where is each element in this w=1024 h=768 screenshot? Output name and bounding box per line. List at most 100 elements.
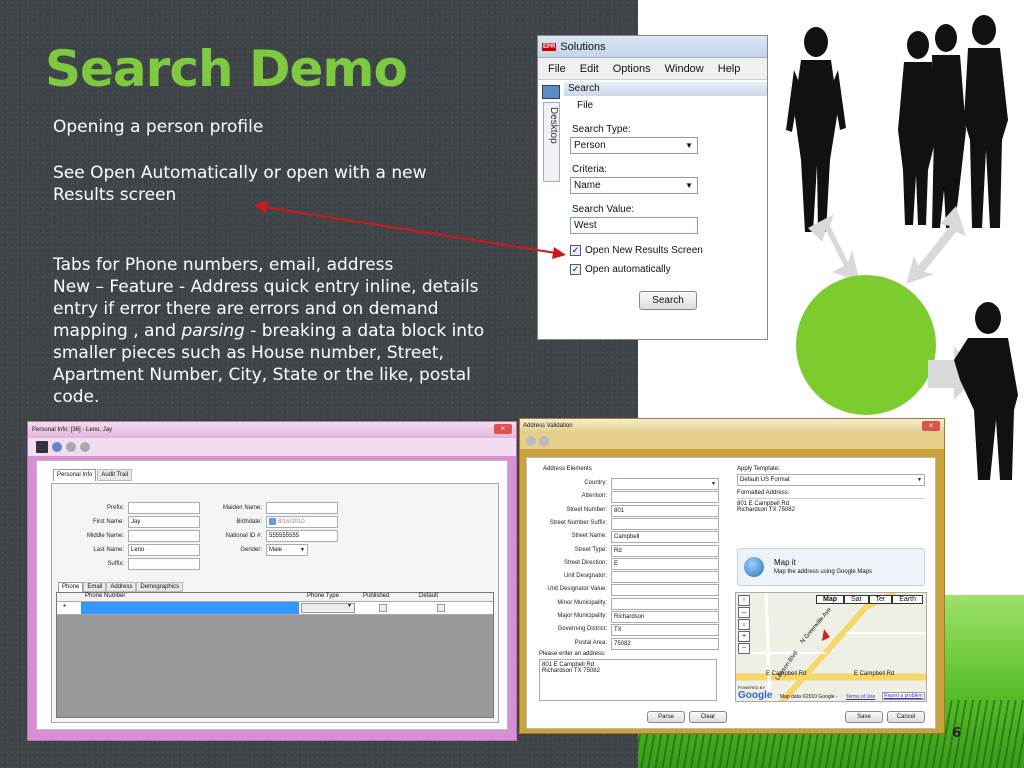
pan-up-icon[interactable]: ↑ [738, 595, 750, 606]
map-tab-earth[interactable]: Earth [892, 595, 923, 604]
phone-number-cell[interactable] [81, 602, 299, 614]
address-field-input[interactable]: Campbell [611, 531, 719, 544]
map-zoom-controls[interactable]: ↑ ↔ ↓ + − [738, 595, 750, 654]
cancel-button[interactable]: Cancel [887, 711, 925, 723]
solutions-titlebar: EPR Solutions [538, 36, 767, 58]
address-field-input[interactable]: TX [611, 624, 719, 637]
last-name-field[interactable]: Leno [128, 544, 200, 556]
template-value: Default US Format [740, 477, 790, 483]
back-icon[interactable] [66, 442, 76, 452]
mapping-text: mapping , and [53, 321, 182, 341]
map-tab-map[interactable]: Map [816, 595, 844, 604]
maiden-name-field[interactable] [266, 502, 338, 514]
new-row-marker: * [63, 603, 67, 612]
tab-email[interactable]: Email [83, 582, 107, 592]
gender-select[interactable]: Male ▼ [266, 544, 308, 556]
tab-phone[interactable]: Phone [58, 582, 84, 592]
personal-form: Prefix: First Name: Jay Middle Name: Las… [51, 483, 499, 723]
pan-left-right-icon[interactable]: ↔ [738, 607, 750, 618]
menu-options[interactable]: Options [613, 63, 651, 75]
forward-icon[interactable] [539, 436, 549, 446]
formatted-address-box: 801 E Campbell Rd Richardson TX 75082 [737, 498, 925, 542]
people-diagram [786, 15, 1018, 480]
address-field-input[interactable]: Richardson [611, 611, 719, 623]
address-field-input[interactable]: 801 [611, 504, 719, 517]
grid-new-row[interactable]: * ▼ [57, 602, 493, 615]
published-checkbox[interactable] [379, 604, 387, 612]
address-field-input[interactable]: Rd [611, 544, 719, 557]
calendar-icon[interactable] [269, 517, 276, 525]
column-phone-number[interactable]: Phone Number [85, 593, 125, 599]
apply-template-label: Apply Template: [737, 466, 780, 472]
menu-help[interactable]: Help [718, 63, 741, 75]
menu-edit[interactable]: Edit [580, 63, 599, 75]
group-silhouette-icon [898, 15, 1008, 228]
menu-file[interactable]: File [548, 63, 566, 75]
phone-grid: Phone Number Phone Type Published Defaul… [56, 592, 494, 718]
open-automatically-option[interactable]: ✓ Open automatically [570, 264, 671, 275]
template-select[interactable]: Default US Format ▼ [737, 474, 925, 486]
address-field-label: Country: [584, 480, 607, 486]
tab-address[interactable]: Address [106, 582, 137, 592]
save-icon[interactable] [36, 441, 48, 453]
map-tab-sat[interactable]: Sat [844, 595, 869, 604]
address-titlebar: Address Validation × [520, 419, 944, 433]
prefix-field[interactable] [128, 502, 200, 514]
enter-address-textarea[interactable]: 801 E Campbell Rd Richardson TX 75082 [539, 659, 717, 701]
address-field-input[interactable]: E [611, 557, 719, 570]
address-field-input[interactable] [611, 571, 719, 584]
criteria-select[interactable]: Name ▼ [570, 177, 698, 194]
globe-icon [744, 557, 764, 577]
birthdate-field[interactable]: 8/16/2010 [266, 516, 338, 528]
default-checkbox[interactable] [437, 604, 445, 612]
map-view[interactable]: ↑ ↔ ↓ + − Map Sat Ter Earth Lawson Blvd … [735, 592, 927, 702]
zoom-in-icon[interactable]: + [738, 631, 750, 642]
tab-demographics[interactable]: Demographics [136, 582, 184, 592]
globe-icon[interactable] [52, 442, 62, 452]
desktop-icon[interactable] [542, 85, 560, 99]
pan-down-icon[interactable]: ↓ [738, 619, 750, 630]
map-it-button[interactable]: Map it Map the address using Google Maps [737, 548, 925, 586]
report-problem-link[interactable]: Report a problem [882, 692, 925, 700]
features-line: entry if error there are errors and on d… [53, 299, 439, 319]
national-id-field[interactable]: 555555555 [266, 530, 338, 542]
tab-personal-info[interactable]: Personal Info [53, 469, 97, 481]
address-field-input[interactable] [611, 584, 719, 597]
criteria-label: Criteria: [572, 164, 608, 175]
close-icon[interactable]: × [922, 421, 940, 431]
checkbox-checked-icon[interactable]: ✓ [570, 245, 581, 256]
parse-button[interactable]: Parse [647, 711, 685, 723]
address-field-input[interactable]: 75082 [611, 637, 719, 650]
back-icon[interactable] [526, 436, 536, 446]
search-button[interactable]: Search [639, 291, 697, 310]
address-field-input[interactable] [611, 517, 719, 530]
save-button[interactable]: Save [845, 711, 883, 723]
search-value-input[interactable]: West [570, 217, 698, 234]
address-field-input[interactable] [611, 491, 719, 504]
menu-window[interactable]: Window [665, 63, 704, 75]
map-tab-ter[interactable]: Ter [868, 595, 893, 604]
dropdown-arrow-icon: ▼ [685, 141, 693, 150]
address-field-input[interactable]: ▼ [611, 478, 719, 490]
desktop-side-tab[interactable]: Desktop [543, 102, 560, 182]
personal-content: Personal Info Audit Trail Prefix: First … [36, 460, 508, 730]
grid-header: Phone Number Phone Type Published Defaul… [57, 593, 493, 602]
search-type-select[interactable]: Person ▼ [570, 137, 698, 154]
address-field-input[interactable] [611, 597, 719, 610]
terms-link[interactable]: Terms of Use [846, 694, 875, 700]
first-name-field[interactable]: Jay [128, 516, 200, 528]
column-default[interactable]: Default [419, 593, 438, 599]
formatted-address-label: Formatted Address: [737, 490, 790, 496]
column-published[interactable]: Published [363, 593, 389, 599]
panel-file-menu[interactable]: File [577, 100, 593, 111]
tab-audit-trail[interactable]: Audit Trail [97, 469, 133, 481]
checkbox-checked-icon[interactable]: ✓ [570, 264, 581, 275]
suffix-field[interactable] [128, 558, 200, 570]
clear-button[interactable]: Clear [689, 711, 727, 723]
open-new-results-option[interactable]: ✓ Open New Results Screen [570, 245, 703, 256]
zoom-out-icon[interactable]: − [738, 643, 750, 654]
forward-icon[interactable] [80, 442, 90, 452]
middle-name-field[interactable] [128, 530, 200, 542]
close-icon[interactable]: × [494, 424, 512, 434]
column-phone-type[interactable]: Phone Type [307, 593, 339, 599]
